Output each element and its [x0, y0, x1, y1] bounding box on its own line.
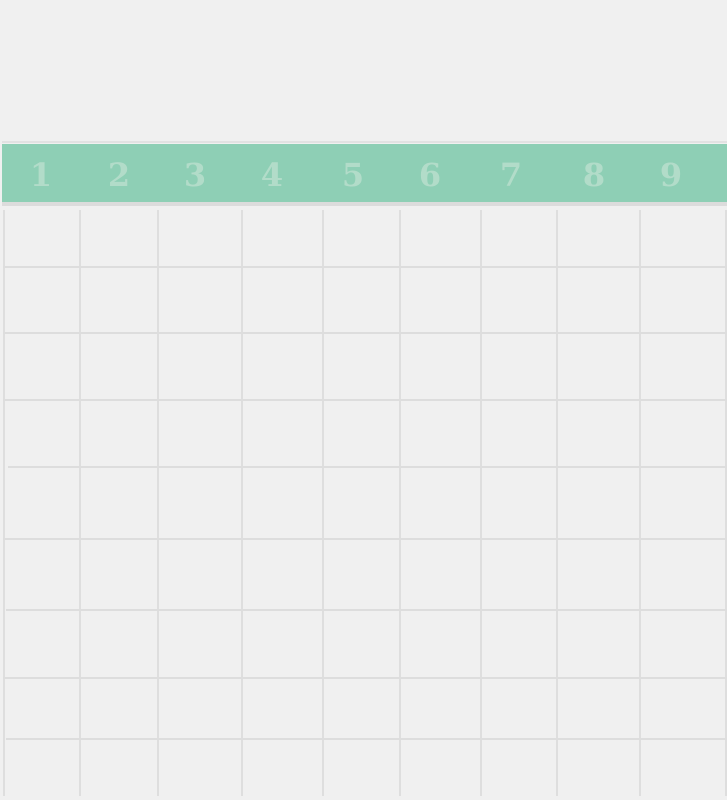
grid-cell[interactable] [558, 740, 639, 796]
grid-cell[interactable] [81, 334, 157, 399]
grid-cell[interactable] [5, 210, 79, 266]
grid-cell[interactable] [558, 401, 639, 466]
grid-cell[interactable] [482, 401, 556, 466]
page: 1 2 3 4 5 6 7 8 9 [0, 0, 727, 800]
grid-cell[interactable] [159, 334, 241, 399]
grid-cell[interactable] [324, 334, 399, 399]
column-header-8: 8 [582, 156, 606, 194]
grid-cell[interactable] [558, 611, 639, 677]
grid-cell[interactable] [159, 268, 241, 332]
grid-cell[interactable] [5, 468, 79, 538]
grid-cell[interactable] [81, 740, 157, 796]
grid-cell[interactable] [401, 611, 480, 677]
grid-cell[interactable] [243, 679, 322, 738]
header-bottom-rule [2, 202, 727, 206]
grid-cell[interactable] [324, 401, 399, 466]
grid-cell[interactable] [324, 611, 399, 677]
grid-cell[interactable] [482, 210, 556, 266]
grid-cell[interactable] [641, 540, 725, 609]
grid-cell[interactable] [81, 401, 157, 466]
grid-cell[interactable] [159, 679, 241, 738]
column-header-3: 3 [183, 156, 207, 194]
column-header-2: 2 [107, 156, 131, 194]
grid-cell[interactable] [81, 540, 157, 609]
grid-cell[interactable] [401, 401, 480, 466]
header-top-rule [2, 141, 727, 143]
grid-cell[interactable] [641, 334, 725, 399]
grid-cell[interactable] [243, 401, 322, 466]
grid-cell[interactable] [159, 401, 241, 466]
grid-cell[interactable] [81, 210, 157, 266]
grid-cell[interactable] [558, 268, 639, 332]
grid-cell[interactable] [401, 468, 480, 538]
grid-cell[interactable] [558, 210, 639, 266]
grid-cell[interactable] [159, 740, 241, 796]
grid-cell[interactable] [401, 540, 480, 609]
grid-cell[interactable] [159, 210, 241, 266]
grid-cell[interactable] [324, 210, 399, 266]
grid-cell[interactable] [324, 468, 399, 538]
grid-cell[interactable] [482, 611, 556, 677]
grid-cell[interactable] [482, 679, 556, 738]
grid-cell[interactable] [401, 210, 480, 266]
column-header-1: 1 [29, 156, 53, 194]
grid-cell[interactable] [558, 679, 639, 738]
column-header-4: 4 [260, 156, 284, 194]
grid-cell[interactable] [482, 740, 556, 796]
grid-cell[interactable] [159, 611, 241, 677]
grid-cell[interactable] [641, 468, 725, 538]
grid-cell[interactable] [81, 611, 157, 677]
grid-cell[interactable] [558, 468, 639, 538]
grid-cell[interactable] [641, 740, 725, 796]
column-header-9: 9 [659, 156, 683, 194]
grid-cell[interactable] [5, 268, 79, 332]
grid-cell[interactable] [159, 468, 241, 538]
grid-cell[interactable] [482, 540, 556, 609]
grid-cell[interactable] [5, 401, 79, 466]
grid-cell[interactable] [243, 740, 322, 796]
grid-cell[interactable] [558, 334, 639, 399]
grid-cell[interactable] [243, 468, 322, 538]
grid-cell[interactable] [641, 401, 725, 466]
grid-cell[interactable] [558, 540, 639, 609]
grid-cell[interactable] [243, 540, 322, 609]
grid-cell[interactable] [401, 679, 480, 738]
grid-cell[interactable] [81, 468, 157, 538]
grid-cell[interactable] [401, 268, 480, 332]
grid-cell[interactable] [243, 611, 322, 677]
grid-cell[interactable] [641, 268, 725, 332]
grid-cell[interactable] [482, 334, 556, 399]
grid-cell[interactable] [324, 268, 399, 332]
grid-cell[interactable] [81, 268, 157, 332]
top-empty-area [0, 0, 727, 140]
grid-cell[interactable] [159, 540, 241, 609]
grid-cell[interactable] [5, 740, 79, 796]
column-header-6: 6 [418, 156, 442, 194]
grid-cell[interactable] [324, 540, 399, 609]
grid-cell[interactable] [401, 740, 480, 796]
grid-cell[interactable] [5, 540, 79, 609]
grid-cell[interactable] [5, 679, 79, 738]
grid-cell[interactable] [243, 334, 322, 399]
grid-cell[interactable] [641, 611, 725, 677]
column-header-7: 7 [499, 156, 523, 194]
grid-cell[interactable] [482, 268, 556, 332]
grid-cell[interactable] [5, 611, 79, 677]
grid-cell[interactable] [401, 334, 480, 399]
grid-cell[interactable] [324, 740, 399, 796]
grid-cell[interactable] [81, 679, 157, 738]
grid-cell[interactable] [5, 334, 79, 399]
column-header-5: 5 [341, 156, 365, 194]
grid-cell[interactable] [243, 268, 322, 332]
grid-cell[interactable] [324, 679, 399, 738]
grid-cell[interactable] [641, 679, 725, 738]
grid-cell[interactable] [641, 210, 725, 266]
grid-cell[interactable] [482, 468, 556, 538]
grid-cell[interactable] [243, 210, 322, 266]
